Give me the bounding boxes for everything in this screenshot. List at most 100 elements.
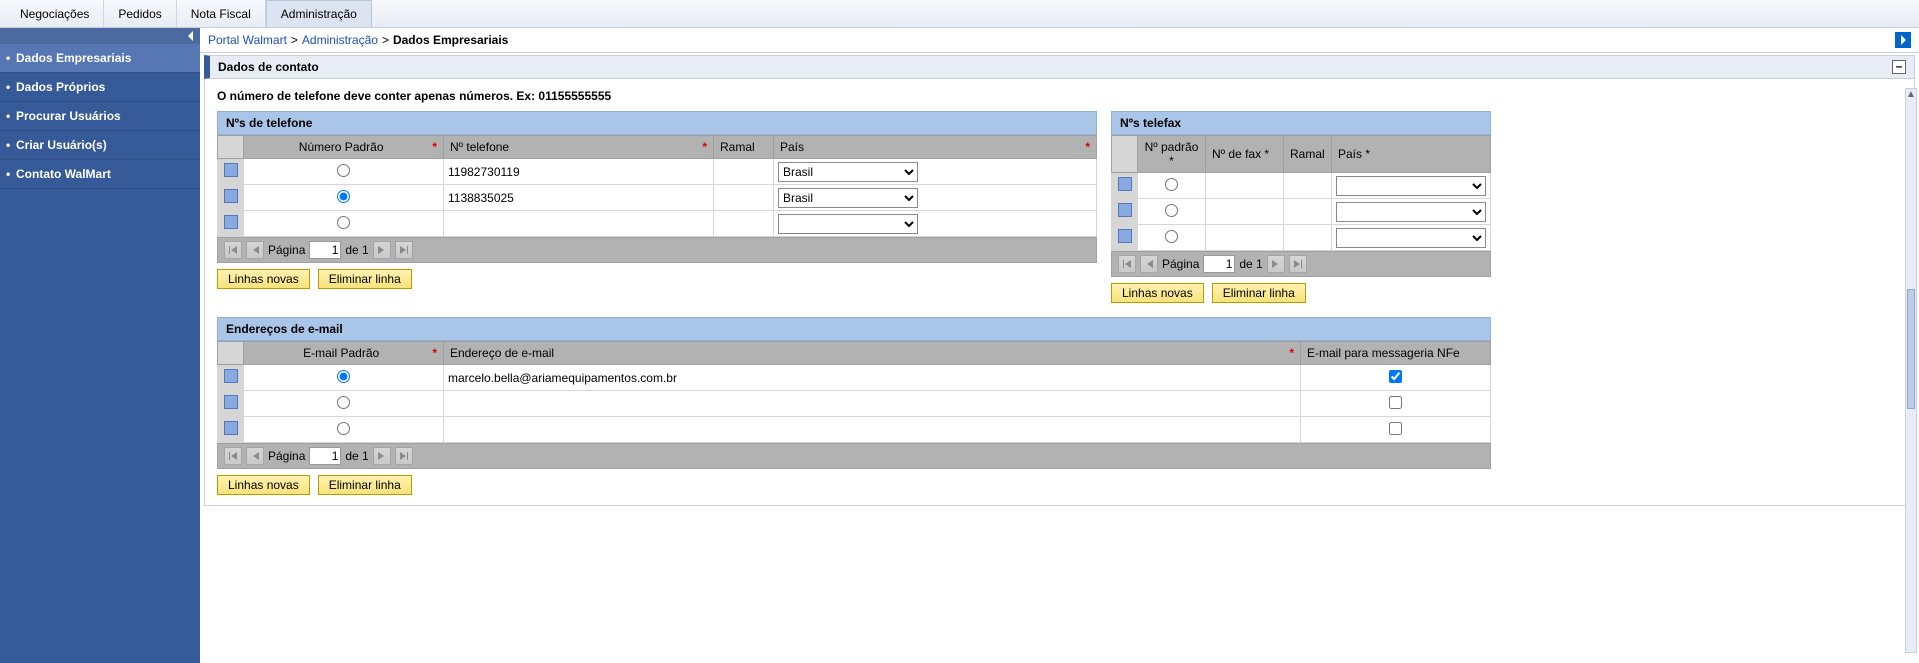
pager-page-input[interactable] (309, 241, 341, 259)
pager-page-input[interactable] (309, 447, 341, 465)
fax-padrao-radio[interactable] (1165, 204, 1178, 217)
pager-first-icon[interactable] (1118, 255, 1136, 273)
pager-last-icon[interactable] (395, 241, 413, 259)
phone-number-input[interactable] (448, 217, 709, 231)
pager-first-icon[interactable] (224, 447, 242, 465)
phone-ramal-input[interactable] (718, 191, 769, 205)
sidebar-item-dados-proprios[interactable]: Dados Próprios (0, 73, 200, 102)
expand-icon[interactable] (1895, 32, 1911, 48)
sidebar-item-contato-walmart[interactable]: Contato WalMart (0, 160, 200, 189)
linhas-novas-button[interactable]: Linhas novas (217, 475, 310, 495)
phone-col-telefone: Nº telefone* (444, 136, 714, 159)
phone-pais-select[interactable] (778, 214, 918, 234)
phone-pais-select[interactable]: Brasil (778, 162, 918, 182)
content-area: Portal Walmart > Administração > Dados E… (200, 28, 1919, 663)
sidebar-item-procurar-usuarios[interactable]: Procurar Usuários (0, 102, 200, 131)
phone-padrao-radio[interactable] (337, 216, 350, 229)
pager-prev-icon[interactable] (246, 447, 264, 465)
email-nfe-checkbox[interactable] (1389, 370, 1402, 383)
linhas-novas-button[interactable]: Linhas novas (1111, 283, 1204, 303)
row-select-checkbox[interactable] (224, 395, 238, 409)
row-select-checkbox[interactable] (1118, 177, 1132, 191)
sidebar-item-criar-usuarios[interactable]: Criar Usuário(s) (0, 131, 200, 160)
eliminar-linha-button[interactable]: Eliminar linha (1212, 283, 1306, 303)
breadcrumb-root[interactable]: Portal Walmart (208, 33, 287, 47)
email-table: Endereços de e-mail E-mail Padrão* Ender… (217, 317, 1491, 495)
row-select-checkbox[interactable] (224, 163, 238, 177)
section-title: Dados de contato (218, 60, 319, 74)
phone-number-input[interactable] (448, 191, 709, 205)
breadcrumb-sep: > (291, 33, 298, 47)
fax-ramal-input[interactable] (1288, 179, 1327, 193)
eliminar-linha-button[interactable]: Eliminar linha (318, 475, 412, 495)
pager-last-icon[interactable] (1289, 255, 1307, 273)
row-select-checkbox[interactable] (224, 421, 238, 435)
tab-negociacoes[interactable]: Negociações (6, 0, 104, 27)
tab-administracao[interactable]: Administração (266, 0, 372, 27)
phone-pager: Página de 1 (217, 237, 1097, 263)
fax-pais-select[interactable] (1336, 202, 1486, 222)
fax-col-padrao: Nº padrão * (1138, 136, 1206, 173)
phone-padrao-radio[interactable] (337, 190, 350, 203)
email-address-input[interactable] (448, 397, 1296, 411)
scroll-up-icon[interactable]: ▲ (1906, 89, 1916, 100)
fax-padrao-radio[interactable] (1165, 230, 1178, 243)
email-nfe-checkbox[interactable] (1389, 396, 1402, 409)
sidebar-item-dados-empresariais[interactable]: Dados Empresariais (0, 44, 200, 73)
breadcrumb-sep: > (382, 33, 389, 47)
fax-pais-select[interactable] (1336, 228, 1486, 248)
phone-ramal-input[interactable] (718, 165, 769, 179)
phone-pais-select[interactable]: Brasil (778, 188, 918, 208)
email-col-nfe: E-mail para messageria NFe (1301, 342, 1491, 365)
pager-prev-icon[interactable] (1140, 255, 1158, 273)
phone-padrao-radio[interactable] (337, 164, 350, 177)
email-address-input[interactable] (448, 423, 1296, 437)
fax-ramal-input[interactable] (1288, 231, 1327, 245)
linhas-novas-button[interactable]: Linhas novas (217, 269, 310, 289)
phone-col-select (218, 136, 244, 159)
pager-page-input[interactable] (1203, 255, 1235, 273)
fax-number-input[interactable] (1210, 231, 1279, 245)
pager-last-icon[interactable] (395, 447, 413, 465)
tab-pedidos[interactable]: Pedidos (104, 0, 176, 27)
pager-next-icon[interactable] (1267, 255, 1285, 273)
pager-label: Página (1162, 257, 1199, 271)
vertical-scrollbar[interactable]: ▲ (1905, 88, 1917, 653)
row-select-checkbox[interactable] (224, 215, 238, 229)
pager-next-icon[interactable] (373, 447, 391, 465)
table-row (218, 417, 1491, 443)
fax-col-pais: País * (1332, 136, 1491, 173)
breadcrumb-mid[interactable]: Administração (302, 33, 378, 47)
fax-number-input[interactable] (1210, 205, 1279, 219)
phone-number-input[interactable] (448, 165, 709, 179)
fax-table-title: Nºs telefax (1111, 111, 1491, 135)
eliminar-linha-button[interactable]: Eliminar linha (318, 269, 412, 289)
section-header: Dados de contato – (204, 55, 1915, 79)
row-select-checkbox[interactable] (1118, 229, 1132, 243)
fax-ramal-input[interactable] (1288, 205, 1327, 219)
phone-ramal-input[interactable] (718, 217, 769, 231)
fax-padrao-radio[interactable] (1165, 178, 1178, 191)
fax-col-ramal: Ramal (1284, 136, 1332, 173)
table-row (1112, 173, 1491, 199)
phone-col-pais: País* (774, 136, 1097, 159)
email-nfe-checkbox[interactable] (1389, 422, 1402, 435)
row-select-checkbox[interactable] (1118, 203, 1132, 217)
pager-prev-icon[interactable] (246, 241, 264, 259)
sidebar-collapse-icon[interactable] (0, 28, 200, 44)
email-col-endereco: Endereço de e-mail* (444, 342, 1301, 365)
email-padrao-radio[interactable] (337, 396, 350, 409)
scrollbar-thumb[interactable] (1907, 289, 1915, 409)
tab-nota-fiscal[interactable]: Nota Fiscal (177, 0, 266, 27)
email-padrao-radio[interactable] (337, 370, 350, 383)
email-address-input[interactable] (448, 371, 1296, 385)
table-row (1112, 225, 1491, 251)
fax-pais-select[interactable] (1336, 176, 1486, 196)
fax-number-input[interactable] (1210, 179, 1279, 193)
pager-first-icon[interactable] (224, 241, 242, 259)
pager-next-icon[interactable] (373, 241, 391, 259)
row-select-checkbox[interactable] (224, 369, 238, 383)
email-padrao-radio[interactable] (337, 422, 350, 435)
row-select-checkbox[interactable] (224, 189, 238, 203)
section-collapse-icon[interactable]: – (1892, 60, 1906, 74)
